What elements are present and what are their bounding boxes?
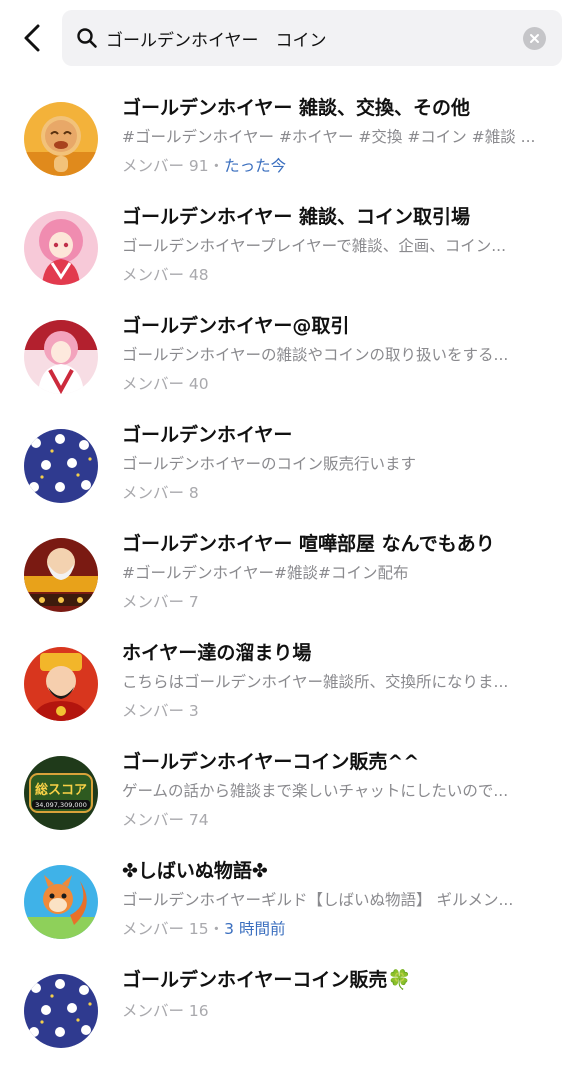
room-description: ゲームの話から雑談まで楽しいチャットにしたいので... — [122, 782, 509, 800]
golden-buddha-avatar — [24, 102, 98, 176]
room-title: ゴールデンホイヤー 雑談、コイン取引場 — [122, 206, 471, 228]
room-meta: メンバー 3 — [122, 700, 562, 722]
room-title: ゴールデンホイヤーコイン販売🍀 — [122, 967, 562, 993]
last-active-time: たった今 — [224, 157, 287, 175]
member-count: メンバー 3 — [122, 702, 199, 720]
clear-search-button[interactable] — [523, 27, 546, 50]
list-item[interactable]: ゴールデンホイヤー ゴールデンホイヤーのコイン販売行います メンバー 8 — [0, 411, 585, 520]
list-item[interactable]: ゴールデンホイヤー 喧嘩部屋 なんでもあり #ゴールデンホイヤー#雑談#コイン配… — [0, 520, 585, 629]
search-box[interactable] — [62, 10, 562, 66]
room-title-text: ゴールデンホイヤーコイン販売 — [122, 969, 388, 991]
room-title: ゴールデンホイヤー 雑談、交換、その他 — [122, 97, 471, 119]
room-description: #ゴールデンホイヤー#雑談#コイン配布 — [122, 564, 409, 582]
member-count: メンバー 40 — [122, 375, 209, 393]
room-description: こちらはゴールデンホイヤー雑談所、交換所になりま... — [122, 673, 509, 691]
member-count: メンバー 8 — [122, 484, 199, 502]
room-title: ✤しばいぬ物語✤ — [122, 860, 268, 882]
meta-separator: ・ — [208, 920, 225, 938]
room-meta: メンバー 91・たった今 — [122, 155, 562, 177]
room-description: #ゴールデンホイヤー #ホイヤー #交換 #コイン #雑談 ... — [122, 128, 536, 146]
last-active-time: 3 時間前 — [224, 920, 286, 938]
search-icon — [77, 28, 97, 48]
list-item[interactable]: ゴールデンホイヤー 雑談、コイン取引場 ゴールデンホイヤープレイヤーで雑談、企画… — [0, 193, 585, 302]
member-count: メンバー 15 — [122, 920, 209, 938]
list-item[interactable]: ホイヤー達の溜まり場 こちらはゴールデンホイヤー雑談所、交換所になりま... メ… — [0, 629, 585, 738]
squirrel-avatar — [24, 865, 98, 939]
close-icon — [530, 34, 539, 43]
kimono-girl-avatar — [24, 320, 98, 394]
member-count: メンバー 16 — [122, 1002, 209, 1020]
search-input[interactable] — [106, 10, 516, 66]
score-badge-avatar: 総スコア 34,097,309,000 — [24, 756, 98, 830]
pink-hair-girl-avatar — [24, 211, 98, 285]
room-title: ホイヤー達の溜まり場 — [122, 642, 312, 664]
svg-text:34,097,309,000: 34,097,309,000 — [35, 801, 87, 809]
room-meta: メンバー 16 — [122, 1000, 562, 1022]
member-count: メンバー 74 — [122, 811, 209, 829]
list-item[interactable]: ゴールデンホイヤー 雑談、交換、その他 #ゴールデンホイヤー #ホイヤー #交換… — [0, 84, 585, 193]
member-count: メンバー 48 — [122, 266, 209, 284]
room-meta: メンバー 15・3 時間前 — [122, 918, 562, 940]
list-item[interactable]: 総スコア 34,097,309,000 ゴールデンホイヤーコイン販売^^ ゲーム… — [0, 738, 585, 847]
room-title: ゴールデンホイヤー 喧嘩部屋 なんでもあり — [122, 533, 495, 555]
list-item[interactable]: ゴールデンホイヤーコイン販売🍀 メンバー 16 — [0, 956, 585, 1065]
clover-icon: 🍀 — [387, 969, 412, 991]
room-meta: メンバー 48 — [122, 264, 562, 286]
room-title: ゴールデンホイヤーコイン販売^^ — [122, 751, 420, 773]
list-item[interactable]: ゴールデンホイヤー@取引 ゴールデンホイヤーの雑談やコインの取り扱いをする...… — [0, 302, 585, 411]
fortune-god-avatar — [24, 647, 98, 721]
slot-god-avatar — [24, 538, 98, 612]
room-meta: メンバー 8 — [122, 482, 562, 504]
svg-text:総スコア: 総スコア — [35, 782, 87, 798]
room-meta: メンバー 7 — [122, 591, 562, 613]
room-meta: メンバー 40 — [122, 373, 562, 395]
meta-separator: ・ — [208, 157, 225, 175]
room-title: ゴールデンホイヤー — [122, 424, 293, 446]
room-title: ゴールデンホイヤー@取引 — [122, 315, 350, 337]
room-description: ゴールデンホイヤーの雑談やコインの取り扱いをする... — [122, 346, 509, 364]
chevron-left-icon — [24, 24, 40, 52]
member-count: メンバー 7 — [122, 593, 199, 611]
room-description: ゴールデンホイヤーギルド【しばいぬ物語】 ギルメン... — [122, 891, 514, 909]
bunny-pattern-avatar — [24, 974, 98, 1048]
bunny-pattern-avatar — [24, 429, 98, 503]
back-button[interactable] — [14, 20, 50, 56]
header-bar — [0, 0, 585, 80]
room-meta: メンバー 74 — [122, 809, 562, 831]
room-description: ゴールデンホイヤーのコイン販売行います — [122, 455, 417, 473]
list-item[interactable]: ✤しばいぬ物語✤ ゴールデンホイヤーギルド【しばいぬ物語】 ギルメン... メン… — [0, 847, 585, 956]
member-count: メンバー 91 — [122, 157, 209, 175]
room-description: ゴールデンホイヤープレイヤーで雑談、企画、コイン... — [122, 237, 506, 255]
